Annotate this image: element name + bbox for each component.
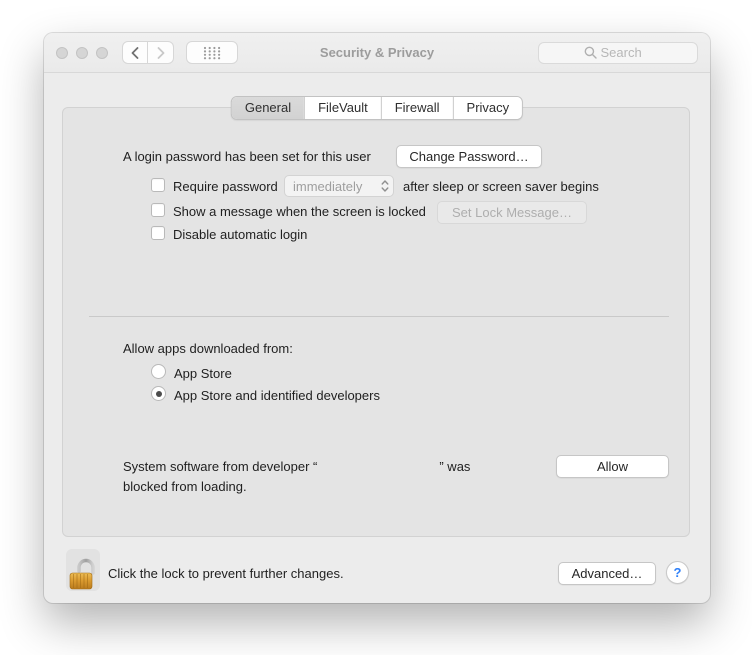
forward-button[interactable] (148, 41, 174, 64)
lock-hint-text: Click the lock to prevent further change… (108, 566, 344, 581)
advanced-button[interactable]: Advanced… (558, 562, 656, 585)
blocked-software-text-before: System software from developer “ (123, 459, 318, 474)
minimize-window-button[interactable] (76, 46, 88, 59)
lock-open-icon (69, 558, 95, 590)
require-password-suffix: after sleep or screen saver begins (403, 179, 599, 194)
chevron-right-icon (157, 46, 164, 59)
dropdown-selected-value: immediately (293, 178, 363, 194)
tab-bar: General FileVault Firewall Privacy (230, 96, 524, 120)
show-message-label: Show a message when the screen is locked (173, 204, 426, 219)
title-bar: Security & Privacy (44, 33, 710, 73)
blocked-software-text-after: ” was (439, 459, 471, 474)
search-icon (584, 46, 597, 59)
back-button[interactable] (122, 41, 148, 64)
disable-auto-login-checkbox[interactable] (151, 226, 165, 240)
disable-auto-login-label: Disable automatic login (173, 227, 308, 242)
grid-icon (203, 46, 221, 59)
zoom-window-button[interactable] (96, 46, 108, 59)
nav-buttons (122, 41, 174, 64)
allow-apps-label: Allow apps downloaded from: (123, 341, 293, 356)
section-divider (89, 316, 669, 317)
lock-button[interactable] (66, 549, 100, 591)
app-store-identified-radio[interactable] (151, 386, 166, 401)
search-field[interactable] (538, 41, 698, 64)
require-password-label: Require password (173, 179, 278, 194)
close-window-button[interactable] (56, 46, 68, 59)
require-password-delay-dropdown[interactable]: immediately (284, 175, 394, 197)
set-lock-message-button: Set Lock Message… (437, 201, 587, 224)
show-message-checkbox[interactable] (151, 203, 165, 217)
app-store-identified-radio-label: App Store and identified developers (174, 388, 380, 403)
login-password-text: A login password has been set for this u… (123, 149, 371, 164)
search-input[interactable] (600, 45, 653, 60)
allow-button[interactable]: Allow (556, 455, 669, 478)
security-privacy-window: Security & Privacy General FileVault Fir… (44, 33, 710, 603)
help-button[interactable]: ? (666, 561, 689, 584)
app-store-radio[interactable] (151, 364, 166, 379)
general-tab-panel: A login password has been set for this u… (62, 107, 690, 537)
show-all-button[interactable] (186, 41, 238, 64)
app-store-radio-label: App Store (174, 366, 232, 381)
blocked-software-message: System software from developer “ ” was bl… (123, 457, 470, 497)
tab-general[interactable]: General (231, 97, 305, 119)
change-password-button[interactable]: Change Password… (396, 145, 542, 168)
chevron-up-down-icon (381, 180, 389, 192)
blocked-software-text-line2: blocked from loading. (123, 479, 247, 494)
chevron-left-icon (131, 46, 139, 59)
tab-firewall[interactable]: Firewall (380, 97, 453, 119)
tab-privacy[interactable]: Privacy (452, 97, 523, 119)
tab-filevault[interactable]: FileVault (304, 97, 381, 119)
require-password-checkbox[interactable] (151, 178, 165, 192)
traffic-lights (56, 46, 108, 59)
